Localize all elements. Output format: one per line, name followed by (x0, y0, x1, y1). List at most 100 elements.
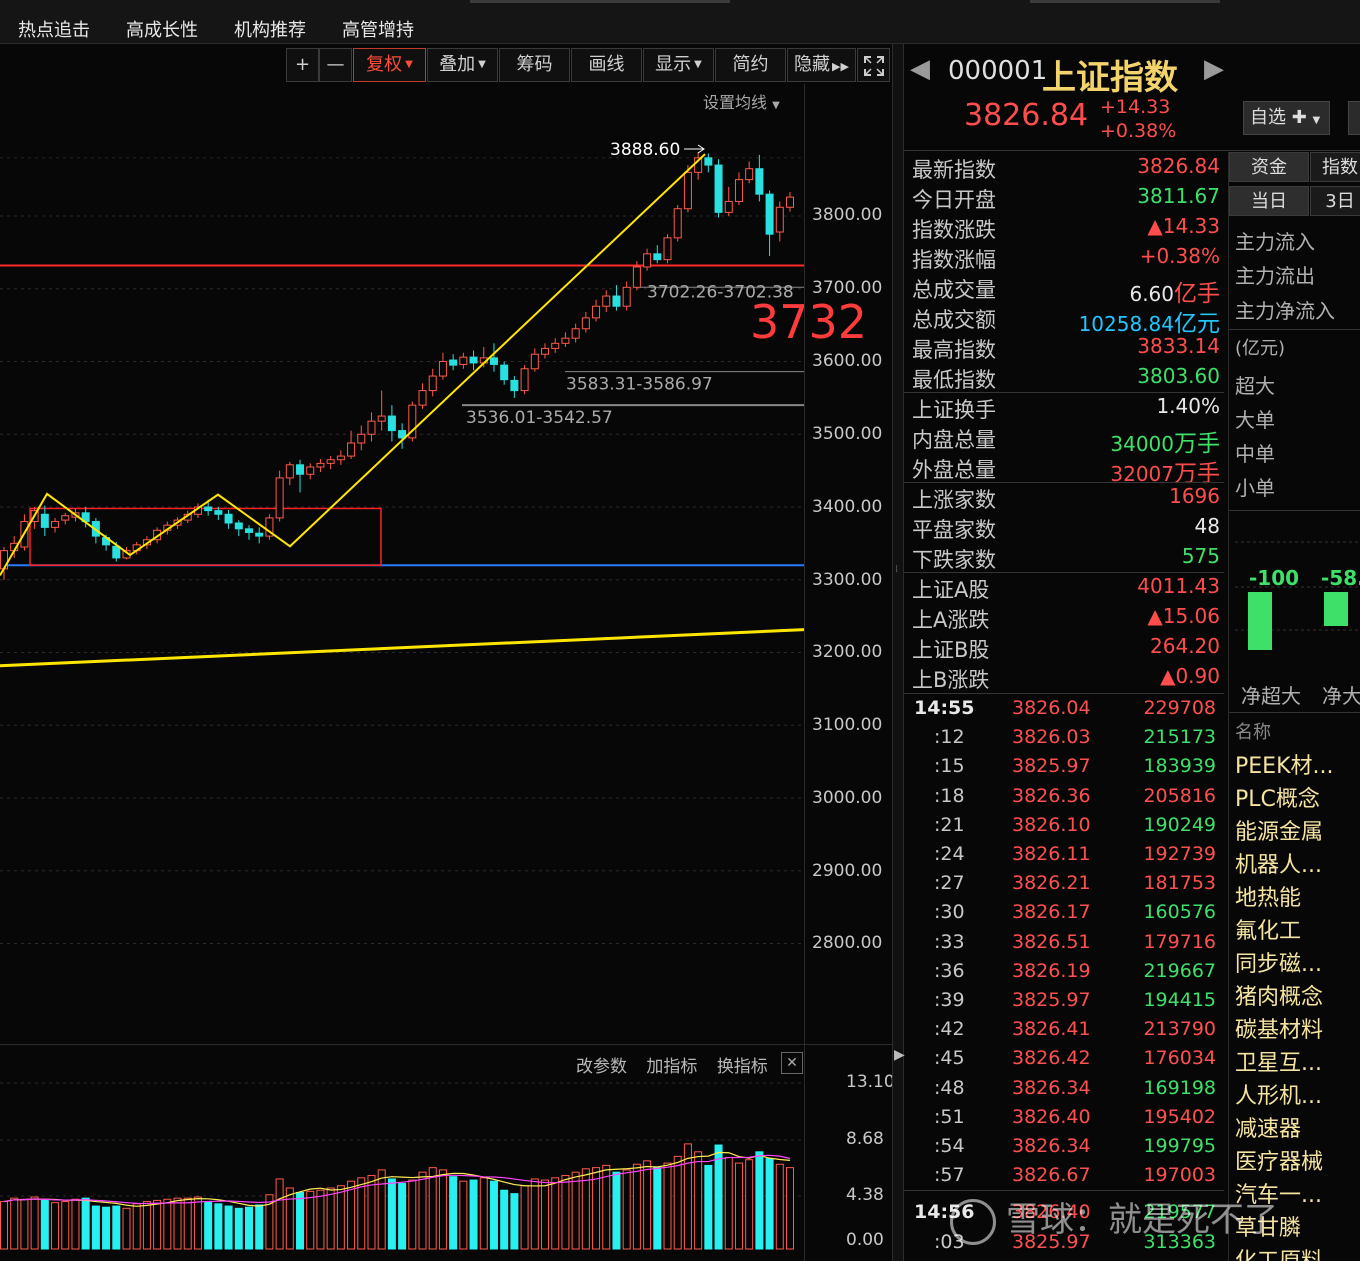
sector-item[interactable]: 碳基材料 (1235, 1012, 1323, 1044)
stat-value: 575 (1182, 544, 1220, 568)
sector-item[interactable]: 减速器 (1235, 1111, 1301, 1143)
tick-volume: 213790 (1143, 1018, 1216, 1041)
price-tick-label: 2900.00 (812, 861, 883, 881)
sector-item[interactable]: PEEK材... (1235, 748, 1333, 780)
volume-bar (673, 1155, 682, 1250)
tab-jigou[interactable]: 机构推荐 (234, 16, 306, 42)
tick-time: :57 (934, 1164, 965, 1187)
tick-row: :36 3826.19 219667 (904, 960, 1224, 989)
stat-number: 3826.84 (1137, 154, 1220, 178)
sector-item[interactable]: 人形机... (1235, 1078, 1322, 1110)
fund-bar-label-1: 净超大 (1241, 684, 1301, 708)
fund-sep (1229, 329, 1360, 330)
tab-redian[interactable]: 热点追击 (18, 16, 90, 42)
tick-price: 3826.17 (1012, 901, 1091, 924)
fund-bar-chart (1235, 541, 1360, 650)
tab-fund[interactable]: 资金 (1229, 152, 1309, 182)
stat-row: 最新指数 3826.84 (904, 152, 1224, 182)
stat-row: 指数涨幅 +0.38% (904, 242, 1224, 272)
sector-item[interactable]: 医疗器械 (1235, 1144, 1323, 1176)
stat-key: 最低指数 (912, 368, 996, 392)
volume-bar (224, 1205, 233, 1250)
sector-item[interactable]: 氟化工 (1235, 913, 1301, 945)
candle-body (214, 510, 223, 515)
candle-body (643, 253, 652, 268)
fund-row-inflow: 主力流入 (1235, 230, 1315, 254)
kline-chart[interactable]: 3702.26-3702.383583.31-3586.973536.01-35… (0, 44, 892, 1044)
prev-icon[interactable]: ◀ (910, 54, 930, 84)
price-tick-label: 3600.00 (812, 351, 883, 371)
volume-bar (786, 1167, 794, 1250)
candle-body (204, 506, 213, 512)
stat-row: 指数涨跌 ▲14.33 (904, 212, 1224, 242)
sector-item[interactable]: 机器人... (1235, 847, 1322, 879)
fund-bar-label-2: 净大 (1322, 684, 1360, 708)
tick-volume: 197003 (1143, 1164, 1216, 1187)
stat-key: 指数涨跌 (912, 218, 996, 242)
tick-volume: 219667 (1143, 959, 1216, 982)
stat-value: 3811.67 (1137, 184, 1220, 208)
volume-bar (469, 1179, 478, 1250)
candle-body (581, 317, 590, 330)
candle-body (551, 342, 560, 349)
volume-bar (204, 1201, 213, 1250)
tab-today[interactable]: 当日 (1229, 186, 1309, 216)
stat-key: 下跌家数 (912, 548, 996, 572)
sector-item[interactable]: PLC概念 (1235, 781, 1320, 813)
tick-row: :27 3826.21 181753 (904, 872, 1224, 901)
stat-row: 上证B股 264.20 (904, 632, 1224, 662)
sector-item[interactable]: 化工原料 (1235, 1243, 1323, 1261)
stat-separator (904, 392, 1224, 393)
more-button[interactable] (1348, 101, 1360, 135)
stat-row: 最低指数 3803.60 (904, 362, 1224, 392)
volume-bar (500, 1189, 509, 1250)
volume-bar (296, 1192, 305, 1250)
stat-row: 上B涨跌 ▲0.90 (904, 662, 1224, 692)
tick-volume: 199795 (1143, 1135, 1216, 1157)
tick-price: 3826.03 (1012, 726, 1091, 749)
panel-divider[interactable]: ⁞ ▶ (892, 44, 905, 1261)
tick-time: :30 (934, 901, 965, 924)
fund-bar-super (1248, 592, 1272, 650)
candle-body (244, 528, 253, 533)
stat-row: 上证换手 1.40% (904, 392, 1224, 422)
candle-body (316, 462, 325, 468)
tick-row: :54 3826.34 199795 (904, 1135, 1224, 1164)
stat-row: 上证A股 4011.43 (904, 572, 1224, 602)
tab-gaochengzhang[interactable]: 高成长性 (126, 16, 198, 42)
fund-sep-3 (1229, 712, 1360, 713)
tab-gaoguan[interactable]: 高管增持 (342, 16, 414, 42)
stat-value: 1696 (1169, 484, 1220, 508)
sector-item[interactable]: 同步磁... (1235, 946, 1322, 978)
volume-chart[interactable] (0, 1044, 892, 1261)
volume-bar (612, 1171, 621, 1250)
tick-price: 3826.36 (1012, 784, 1091, 807)
tick-time: 14:55 (914, 697, 975, 719)
next-icon[interactable]: ▶ (1204, 54, 1224, 84)
volume-bar (10, 1197, 19, 1250)
stat-number: ▲0.90 (1160, 664, 1220, 688)
volume-bar (306, 1190, 315, 1250)
sector-item[interactable]: 能源金属 (1235, 814, 1323, 846)
volume-bar (541, 1179, 550, 1250)
tick-row: :33 3826.51 179716 (904, 931, 1224, 960)
sector-item[interactable]: 卫星互... (1235, 1045, 1322, 1077)
tick-price: 3826.34 (1012, 1076, 1091, 1099)
add-watchlist-button[interactable]: 自选 ✚ ▼ (1243, 101, 1330, 135)
stat-key: 上证换手 (912, 398, 996, 422)
tab-3day[interactable]: 3日 (1310, 186, 1360, 216)
volume-bar (438, 1169, 447, 1250)
volume-bar (530, 1178, 539, 1250)
candle-body (734, 179, 743, 202)
volume-bar (326, 1187, 335, 1250)
candle-body (530, 353, 539, 370)
tick-volume: 179716 (1143, 930, 1216, 953)
sector-item[interactable]: 地热能 (1235, 880, 1301, 912)
stat-row: 总成交量 6.60亿手 (904, 272, 1224, 307)
tick-row: 14:55 3826.04 229708 (904, 697, 1224, 726)
tick-row: :30 3826.17 160576 (904, 901, 1224, 930)
tick-row: :24 3826.11 192739 (904, 843, 1224, 872)
stat-row: 今日开盘 3811.67 (904, 182, 1224, 212)
tab-index[interactable]: 指数 (1310, 152, 1360, 182)
sector-item[interactable]: 猪肉概念 (1235, 979, 1323, 1011)
